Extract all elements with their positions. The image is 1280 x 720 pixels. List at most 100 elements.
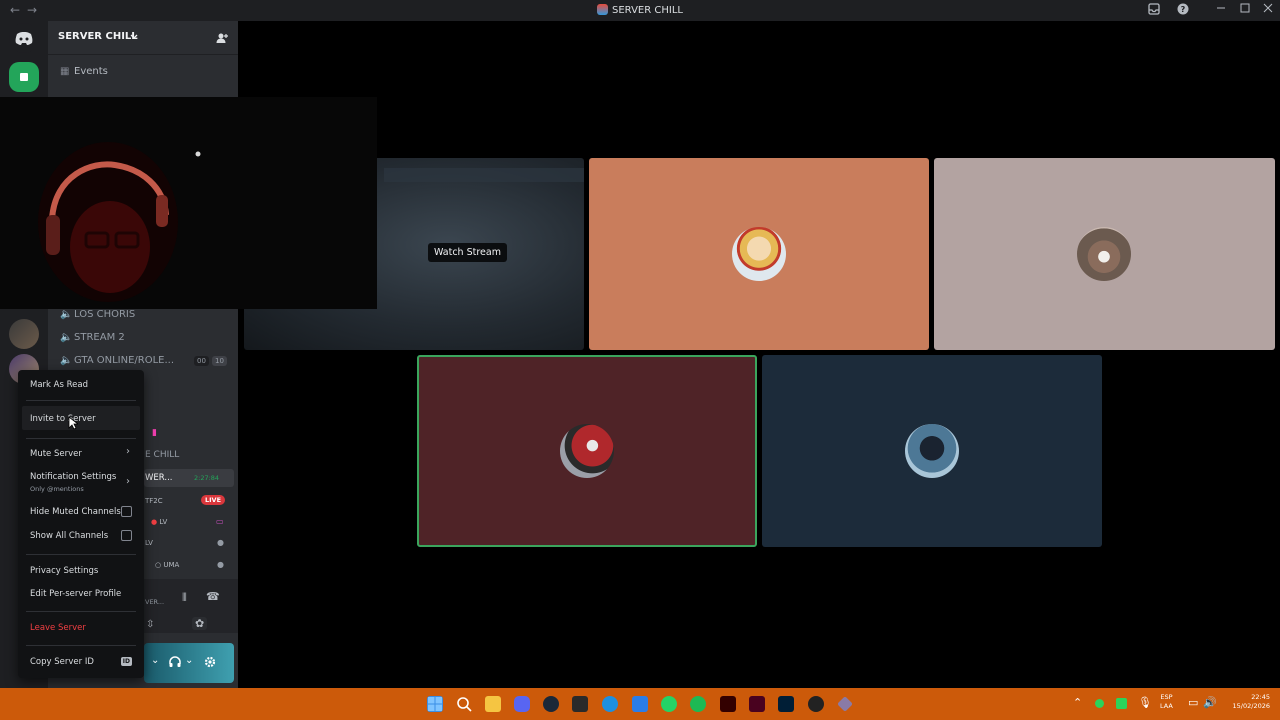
events-item[interactable]: ▦ Events [60, 66, 230, 86]
server-name: SERVER CHILL [58, 31, 138, 42]
clock-date: 15/02/2026 [1232, 702, 1270, 710]
participant-avatar-4 [905, 424, 959, 478]
menu-item-invite-to-server[interactable]: Invite to Server [30, 414, 96, 424]
chevron-right-icon: › [126, 476, 130, 487]
channel-name: STREAM 2 [74, 332, 125, 343]
add-friend-icon[interactable] [215, 31, 229, 45]
help-icon[interactable]: ? [1177, 3, 1189, 18]
menu-item-mark-as-read[interactable]: Mark As Read [30, 380, 88, 390]
menu-item-show-all-channels[interactable]: Show All Channels [30, 531, 108, 541]
menu-item-hide-muted-channels[interactable]: Hide Muted Channels [30, 507, 121, 517]
server-icon-active[interactable] [9, 62, 39, 92]
epic-games-icon[interactable] [572, 696, 588, 712]
calendar-icon: ▦ [60, 66, 70, 77]
tray-app-icon-1[interactable] [1095, 699, 1104, 708]
menu-item-copy-server-id[interactable]: Copy Server ID [30, 657, 94, 667]
menu-item-notification-settings[interactable]: Notification Settings [30, 472, 116, 482]
indesign-icon[interactable] [749, 696, 765, 712]
show-all-checkbox[interactable] [121, 530, 132, 541]
language-top: ESP [1160, 693, 1173, 701]
edge-browser-icon[interactable] [602, 696, 618, 712]
blue-app-icon[interactable] [632, 696, 648, 712]
settings-gear-icon[interactable] [203, 655, 217, 669]
user-uma[interactable]: ○ UMA [155, 561, 179, 569]
discord-taskbar-icon[interactable] [514, 696, 530, 712]
spotify-icon[interactable] [690, 696, 706, 712]
stream-preview-detail [384, 168, 584, 182]
minimize-icon[interactable] [1216, 3, 1226, 16]
chevron-right-icon: › [126, 446, 130, 457]
status-dot-icon: ● [217, 538, 224, 547]
speaker-icon: 🔈 [60, 332, 73, 343]
disconnect-icon[interactable]: ☎ [206, 590, 220, 603]
server-header[interactable]: SERVER CHILL [48, 21, 238, 55]
search-icon[interactable] [456, 696, 472, 712]
speaker-icon: 🔈 [60, 355, 73, 366]
voice-channel-stream-2[interactable]: 🔈 STREAM 2 [60, 332, 230, 352]
close-icon[interactable] [1263, 3, 1273, 16]
photoshop-icon[interactable] [778, 696, 794, 712]
user-tf2c[interactable]: TF2C [145, 497, 163, 505]
menu-item-leave-server[interactable]: Leave Server [30, 623, 86, 633]
mouse-cursor-icon [68, 416, 78, 430]
chevron-down-icon[interactable]: ⌄ [151, 655, 159, 666]
live-badge: LIVE [201, 495, 226, 505]
noise-suppression-icon[interactable]: ⦀ [182, 591, 187, 605]
tray-app-icon-2[interactable] [1116, 698, 1127, 709]
whatsapp-icon[interactable] [661, 696, 677, 712]
user-lv-2[interactable]: LV [145, 539, 153, 547]
tray-microphone-icon[interactable]: 🎙 [1138, 696, 1152, 709]
menu-item-mute-server[interactable]: Mute Server [30, 449, 82, 459]
watch-stream-button[interactable]: Watch Stream [428, 243, 507, 262]
participant-tile-4[interactable] [762, 355, 1102, 547]
voice-channel-los-choris[interactable]: 🔈 LOS CHORIS [60, 309, 230, 329]
server-context-menu: Mark As Read Invite to Server Mute Serve… [18, 370, 144, 678]
channel-partial-chill[interactable]: E CHILL [145, 450, 179, 460]
language-indicator[interactable]: ESP LAA [1160, 693, 1173, 711]
menu-item-edit-per-server-profile[interactable]: Edit Per-server Profile [30, 589, 121, 599]
activities-icon[interactable]: ⇳ [146, 619, 154, 630]
user-uma-label: UMA [163, 561, 180, 569]
clock[interactable]: 22:45 15/02/2026 [1222, 693, 1270, 711]
stream-icon: ▭ [216, 517, 224, 526]
obs-icon[interactable] [808, 696, 824, 712]
windows-taskbar: ⌃ 🎙 ESP LAA ▭ 🔊 22:45 15/02/2026 [0, 688, 1280, 720]
user-lv-1-label: LV [159, 518, 168, 526]
volume-icon[interactable]: 🔊 [1203, 696, 1217, 709]
inbox-icon[interactable] [1148, 3, 1160, 18]
webcam-feed [38, 142, 201, 302]
participant-tile-3-speaking[interactable] [417, 355, 757, 547]
participant-tile-1[interactable] [589, 158, 929, 350]
active-voice-channel[interactable]: WER... 2:27:84 [144, 469, 234, 487]
user-lv-1[interactable]: ● LV [151, 518, 167, 526]
participant-tile-2[interactable] [934, 158, 1275, 350]
menu-divider [26, 554, 136, 555]
language-bottom: LAA [1160, 702, 1173, 710]
file-explorer-icon[interactable] [485, 696, 501, 712]
windows-start-icon[interactable] [427, 696, 443, 712]
app-diamond-icon[interactable] [837, 696, 853, 712]
steam-icon[interactable] [543, 696, 559, 712]
voice-connected-channel[interactable]: VER... [145, 598, 164, 606]
menu-divider [26, 438, 136, 439]
network-icon[interactable]: ▭ [1188, 696, 1198, 709]
voice-timer: 2:27:84 [194, 474, 220, 482]
participant-avatar-3 [560, 424, 614, 478]
soundboard-icon[interactable]: ✿ [192, 617, 208, 630]
self-camera-overlay[interactable] [0, 97, 377, 309]
discord-home-icon[interactable] [9, 23, 39, 53]
hide-muted-checkbox[interactable] [121, 506, 132, 517]
server-icon-2[interactable] [9, 319, 39, 349]
headphones-icon[interactable] [168, 655, 182, 669]
server-title-icon [597, 4, 609, 15]
illustrator-icon[interactable] [720, 696, 736, 712]
maximize-icon[interactable] [1240, 3, 1250, 16]
participant-avatar-2 [1077, 227, 1131, 281]
menu-item-privacy-settings[interactable]: Privacy Settings [30, 566, 98, 576]
svg-text:?: ? [1181, 5, 1186, 14]
chevron-down-icon-2[interactable]: ⌄ [185, 655, 193, 666]
pin-icon: ▮ [152, 428, 157, 438]
tray-chevron-up-icon[interactable]: ⌃ [1073, 696, 1082, 709]
speaker-icon: 🔈 [60, 309, 73, 320]
chevron-down-icon [130, 34, 138, 39]
